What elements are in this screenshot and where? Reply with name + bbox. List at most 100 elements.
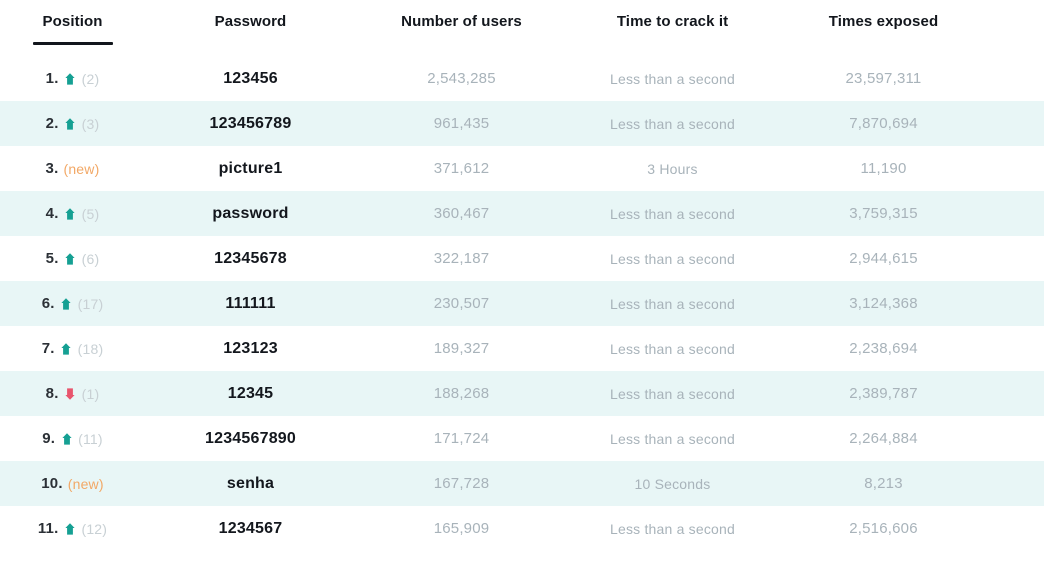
cell-password-value: 123123 — [223, 339, 278, 357]
cell-times-exposed-value: 8,213 — [864, 475, 903, 492]
cell-number-of-users-value: 2,543,285 — [427, 70, 496, 87]
arrow-up-icon — [63, 521, 76, 536]
position-group: 7. (18) — [42, 340, 104, 357]
table-row[interactable]: 5. (6) 12345678 322,187 Less than a second 2,… — [0, 236, 1044, 281]
cell-times-exposed: 23,597,311 — [778, 56, 989, 101]
column-header-position[interactable]: Position — [0, 0, 145, 45]
cell-times-exposed: 8,213 — [778, 461, 989, 506]
cell-number-of-users-value: 371,612 — [433, 160, 490, 177]
cell-times-exposed-value: 2,516,606 — [849, 520, 918, 537]
cell-number-of-users: 189,327 — [356, 326, 567, 371]
rank-number: 3. — [45, 160, 59, 177]
cell-position: 6. (17) — [0, 281, 145, 326]
cell-password-value: 111111 — [225, 294, 276, 312]
cell-times-exposed: 3,759,315 — [778, 191, 989, 236]
cell-password-value: 123456789 — [209, 114, 292, 132]
cell-time-to-crack-value: Less than a second — [609, 520, 736, 537]
cell-times-exposed-value: 2,238,694 — [849, 340, 918, 357]
previous-position: (1) — [81, 385, 100, 402]
table-row[interactable]: 2. (3) 123456789 961,435 Less than a second 7… — [0, 101, 1044, 146]
rank-number: 11. — [37, 520, 59, 537]
column-header-exposed[interactable]: Times exposed — [778, 0, 989, 45]
cell-number-of-users: 165,909 — [356, 506, 567, 551]
previous-position: (12) — [81, 520, 108, 537]
active-column-underline — [32, 42, 113, 45]
cell-password: 12345678 — [145, 236, 356, 281]
cell-password: 123456 — [145, 56, 356, 101]
cell-time-to-crack-value: Less than a second — [609, 70, 736, 87]
previous-position: (18) — [77, 340, 104, 357]
cell-password: 1234567890 — [145, 416, 356, 461]
previous-position: (17) — [77, 295, 104, 312]
cell-times-exposed-value: 2,389,787 — [849, 385, 918, 402]
position-group: 6. (17) — [42, 295, 104, 312]
cell-position: 2. (3) — [0, 101, 145, 146]
cell-number-of-users: 188,268 — [356, 371, 567, 416]
cell-time-to-crack: Less than a second — [567, 371, 778, 416]
position-group: 11. (12) — [38, 520, 107, 537]
table-row[interactable]: 7. (18) 123123 189,327 Less than a second 2,2… — [0, 326, 1044, 371]
cell-position: 7. (18) — [0, 326, 145, 371]
table-row[interactable]: 8. (1) 12345 188,268 Less than a second 2,389… — [0, 371, 1044, 416]
rank-number: 2. — [45, 115, 59, 132]
column-header-users[interactable]: Number of users — [356, 0, 567, 45]
position-group: 10. (new) — [41, 475, 103, 492]
table-row[interactable]: 6. (17) 111111 230,507 Less than a second 3,1… — [0, 281, 1044, 326]
cell-password-value: 123456 — [223, 69, 278, 87]
cell-times-exposed-value: 2,264,884 — [849, 430, 918, 447]
rank-number: 7. — [41, 340, 55, 357]
cell-password: 123456789 — [145, 101, 356, 146]
position-group: 2. (3) — [46, 115, 100, 132]
cell-number-of-users-value: 165,909 — [433, 520, 490, 537]
table-row[interactable]: 4. (5) password 360,467 Less than a second 3,… — [0, 191, 1044, 236]
column-header-password[interactable]: Password — [145, 0, 356, 45]
cell-times-exposed: 2,264,884 — [778, 416, 989, 461]
table-row[interactable]: 1. (2) 123456 2,543,285 Less than a second 23… — [0, 56, 1044, 101]
cell-position: 3. (new) — [0, 146, 145, 191]
cell-password-value: 12345 — [227, 384, 274, 402]
cell-password: 1234567 — [145, 506, 356, 551]
rank-number: 1. — [45, 70, 59, 87]
cell-password: 111111 — [145, 281, 356, 326]
cell-times-exposed-value: 23,597,311 — [845, 70, 922, 87]
cell-time-to-crack-value: Less than a second — [609, 385, 736, 402]
table-row[interactable]: 9. (11) 1234567890 171,724 Less than a secon… — [0, 416, 1044, 461]
previous-position: (2) — [81, 70, 100, 87]
cell-time-to-crack-value: 10 Seconds — [634, 475, 711, 492]
new-entry-badge: (new) — [67, 475, 104, 492]
position-group: 8. (1) — [46, 385, 100, 402]
cell-password-value: senha — [226, 474, 275, 492]
cell-time-to-crack: Less than a second — [567, 101, 778, 146]
cell-position: 10. (new) — [0, 461, 145, 506]
cell-password: 123123 — [145, 326, 356, 371]
cell-times-exposed-value: 11,190 — [860, 160, 907, 177]
arrow-up-icon — [60, 431, 73, 446]
cell-number-of-users-value: 189,327 — [433, 340, 490, 357]
cell-number-of-users-value: 360,467 — [433, 205, 490, 222]
cell-time-to-crack-value: Less than a second — [609, 250, 736, 267]
cell-number-of-users-value: 188,268 — [433, 385, 490, 402]
cell-number-of-users-value: 322,187 — [433, 250, 490, 267]
position-group: 4. (5) — [46, 205, 100, 222]
cell-time-to-crack: Less than a second — [567, 416, 778, 461]
cell-number-of-users-value: 171,724 — [433, 430, 490, 447]
cell-times-exposed: 2,516,606 — [778, 506, 989, 551]
password-ranking-table: Position Password Number of users Time to c… — [0, 0, 1044, 563]
rank-number: 10. — [41, 475, 63, 492]
cell-time-to-crack-value: 3 Hours — [647, 160, 698, 177]
cell-position: 8. (1) — [0, 371, 145, 416]
cell-times-exposed: 2,944,615 — [778, 236, 989, 281]
table-row[interactable]: 11. (12) 1234567 165,909 Less than a second 2… — [0, 506, 1044, 551]
rank-number: 5. — [45, 250, 59, 267]
position-group: 3. (new) — [46, 160, 100, 177]
arrow-up-icon — [60, 296, 73, 311]
cell-number-of-users: 371,612 — [356, 146, 567, 191]
table-row[interactable]: 3. (new) picture1 371,612 3 Hours 11,190 — [0, 146, 1044, 191]
table-row[interactable]: 10. (new) senha 167,728 10 Seconds 8,213 — [0, 461, 1044, 506]
cell-times-exposed-value: 3,124,368 — [849, 295, 918, 312]
cell-password-value: 12345678 — [214, 249, 287, 267]
column-header-label: Position — [42, 13, 103, 30]
cell-password-value: password — [212, 204, 289, 222]
cell-position: 5. (6) — [0, 236, 145, 281]
column-header-crack[interactable]: Time to crack it — [567, 0, 778, 45]
